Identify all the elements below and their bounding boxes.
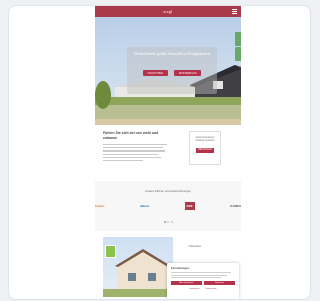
menu-icon[interactable] bbox=[232, 9, 237, 14]
catalog-box: Jetzt kostenlosen Katalog bestellen BEST… bbox=[189, 131, 221, 165]
hero-section: Deutschlands größte Auswahl an Fertighäu… bbox=[95, 17, 241, 125]
hero-overlay: Deutschlands größte Auswahl an Fertighäu… bbox=[127, 47, 217, 94]
site-logo[interactable]: ziegl bbox=[163, 9, 172, 14]
cookie-banner: Einstellungen Alle akzeptieren Speichern… bbox=[167, 263, 239, 299]
cookie-accept-button[interactable]: Alle akzeptieren bbox=[171, 281, 202, 285]
partners-section: Unsere Partner und Auszeichnungen Finanz… bbox=[95, 181, 241, 231]
partner-logo-4[interactable]: KAMEX bbox=[230, 204, 241, 208]
side-tab-2[interactable] bbox=[235, 47, 241, 61]
partner-logo-2[interactable]: allianz bbox=[140, 204, 149, 208]
site-header: ziegl bbox=[95, 6, 241, 17]
hero-right-button[interactable]: MUSTERHAUS bbox=[173, 70, 202, 76]
cookie-title: Einstellungen bbox=[171, 266, 190, 270]
hero-left-button[interactable]: HAUSTYPEN bbox=[142, 70, 168, 76]
partner-logo-3[interactable]: BDF bbox=[184, 202, 195, 210]
imprint-link[interactable]: Impressum bbox=[189, 288, 199, 290]
website-page: ziegl Deutschlands größte Auswahl an Fer… bbox=[95, 6, 241, 299]
side-tab-1[interactable] bbox=[235, 32, 241, 46]
intro-title: Fühlen Sie sich bei uns wohl und zuhause bbox=[103, 131, 159, 140]
preview-card: ziegl Deutschlands größte Auswahl an Fer… bbox=[8, 5, 311, 300]
catalog-button[interactable]: BESTELLEN bbox=[196, 147, 214, 153]
badge-icon bbox=[105, 245, 116, 258]
catalog-text: Jetzt kostenlosen Katalog bestellen bbox=[195, 136, 215, 143]
carousel-dots[interactable] bbox=[95, 221, 241, 223]
hero-title: Deutschlands größte Auswahl an Fertighäu… bbox=[134, 51, 210, 56]
side-tabs bbox=[235, 32, 241, 62]
cookie-save-button[interactable]: Speichern bbox=[204, 281, 235, 285]
partners-title: Unsere Partner und Auszeichnungen bbox=[145, 189, 191, 193]
intro-section: Fühlen Sie sich bei uns wohl und zuhause… bbox=[95, 125, 241, 181]
featured-text: Hausplaner bbox=[188, 245, 202, 248]
partner-logo-1[interactable]: Finanz bbox=[95, 204, 105, 208]
privacy-link[interactable]: Datenschutz bbox=[205, 288, 216, 290]
